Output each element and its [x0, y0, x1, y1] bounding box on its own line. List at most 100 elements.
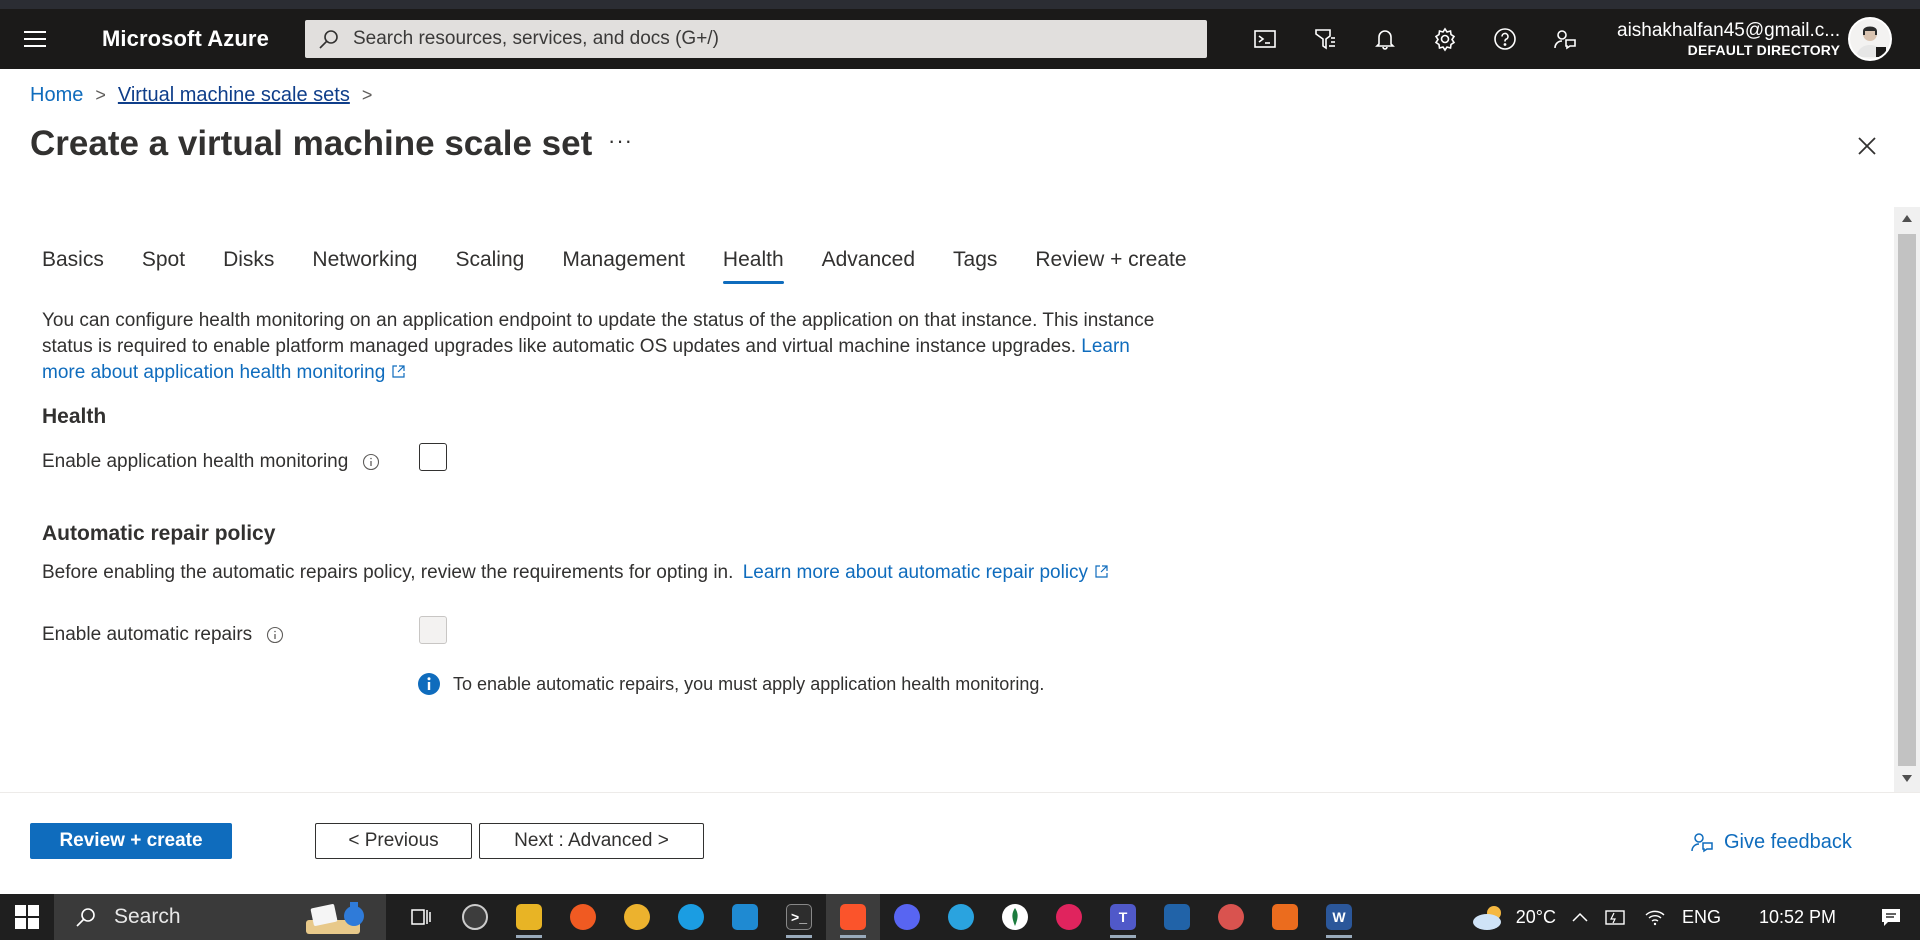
- taskbar-search-label: Search: [114, 905, 181, 928]
- figma-icon[interactable]: [556, 894, 610, 940]
- discord-icon[interactable]: [880, 894, 934, 940]
- mongodb-compass-icon[interactable]: [988, 894, 1042, 940]
- give-feedback-link[interactable]: Give feedback: [1690, 830, 1852, 854]
- tab-health[interactable]: Health: [722, 248, 784, 286]
- repairs-info-text: To enable automatic repairs, you must ap…: [453, 673, 1045, 694]
- media-player-icon[interactable]: [1042, 894, 1096, 940]
- weather-cloud-icon: [1472, 906, 1501, 930]
- health-monitoring-field: Enable application health monitoring: [42, 451, 380, 473]
- notification-center-icon[interactable]: [1880, 906, 1902, 928]
- weather-temperature: 20°C: [1515, 906, 1556, 927]
- breadcrumb-separator: >: [361, 85, 373, 105]
- office-icon[interactable]: [1258, 894, 1312, 940]
- tab-scaling[interactable]: Scaling: [455, 248, 524, 286]
- account-menu[interactable]: aishakhalfan45@gmail.c... DEFAULT DIRECT…: [1617, 20, 1840, 58]
- windows-start-button[interactable]: [0, 894, 54, 940]
- repairs-info-message: To enable automatic repairs, you must ap…: [417, 672, 1044, 696]
- tab-review-create[interactable]: Review + create: [1035, 248, 1186, 286]
- search-icon: [76, 908, 95, 927]
- vscode-icon[interactable]: [718, 894, 772, 940]
- wifi-icon[interactable]: [1644, 907, 1666, 927]
- external-link-icon: [392, 365, 405, 378]
- tab-spot[interactable]: Spot: [142, 248, 185, 286]
- scroll-down-icon[interactable]: [1896, 770, 1918, 786]
- breadcrumb-vmss[interactable]: Virtual machine scale sets: [118, 84, 350, 107]
- wizard-tabs: Basics Spot Disks Networking Scaling Man…: [42, 248, 1225, 286]
- brave-icon[interactable]: [826, 894, 880, 940]
- help-icon[interactable]: [1475, 9, 1535, 69]
- tab-basics[interactable]: Basics: [42, 248, 104, 286]
- telegram-icon[interactable]: [934, 894, 988, 940]
- settings-icon[interactable]: [1415, 9, 1475, 69]
- health-intro: You can configure health monitoring on a…: [42, 308, 1172, 386]
- portal-menu-button[interactable]: [0, 9, 70, 69]
- search-highlight-illustration-icon: [306, 902, 364, 934]
- wizard-footer: [0, 792, 1920, 894]
- taskbar-apps: >_ T W: [394, 894, 1366, 940]
- task-view-icon[interactable]: [394, 894, 448, 940]
- give-feedback-label: Give feedback: [1724, 830, 1852, 853]
- windows-taskbar: Search >_ T W 20°C ENG 10:52 PM: [0, 894, 1920, 940]
- tab-networking[interactable]: Networking: [312, 248, 417, 286]
- enable-health-monitoring-checkbox[interactable]: [419, 443, 447, 471]
- file-explorer-icon[interactable]: [502, 894, 556, 940]
- tab-disks[interactable]: Disks: [223, 248, 274, 286]
- account-email: aishakhalfan45@gmail.c...: [1617, 20, 1841, 42]
- enable-health-monitoring-label: Enable application health monitoring: [42, 451, 349, 472]
- user-avatar-icon: [1856, 26, 1887, 57]
- cloud-shell-icon[interactable]: [1235, 9, 1295, 69]
- automatic-repairs-field: Enable automatic repairs: [42, 624, 284, 646]
- info-filled-icon: [418, 673, 440, 695]
- scrollbar-thumb[interactable]: [1898, 234, 1916, 766]
- battery-icon[interactable]: [1604, 906, 1628, 928]
- tab-management[interactable]: Management: [562, 248, 685, 286]
- repair-description-text: Before enabling the automatic repairs po…: [42, 562, 734, 583]
- more-options-button[interactable]: ···: [608, 128, 633, 154]
- page-title: Create a virtual machine scale set: [30, 124, 593, 163]
- info-icon[interactable]: [266, 626, 284, 644]
- brand-title[interactable]: Microsoft Azure: [102, 26, 302, 52]
- info-icon[interactable]: [362, 453, 380, 471]
- terminal-icon[interactable]: >_: [772, 894, 826, 940]
- teams-icon[interactable]: T: [1096, 894, 1150, 940]
- health-heading: Health: [42, 405, 107, 428]
- edge-icon[interactable]: [664, 894, 718, 940]
- window-top-strip: [0, 0, 1920, 9]
- language-indicator[interactable]: ENG: [1682, 907, 1721, 928]
- breadcrumb-separator: >: [95, 85, 106, 105]
- search-icon: [319, 30, 338, 49]
- directory-filter-icon[interactable]: [1295, 9, 1355, 69]
- repair-policy-heading: Automatic repair policy: [42, 522, 276, 545]
- previous-button[interactable]: < Previous: [315, 823, 472, 859]
- intro-text: You can configure health monitoring on a…: [42, 310, 1155, 357]
- clock[interactable]: 10:52 PM: [1759, 907, 1836, 928]
- feedback-icon[interactable]: [1535, 9, 1595, 69]
- feedback-person-icon: [1691, 833, 1713, 853]
- breadcrumb-home[interactable]: Home: [30, 84, 83, 107]
- breadcrumb: Home > Virtual machine scale sets >: [30, 84, 384, 107]
- system-tray: 20°C ENG 10:52 PM: [1462, 894, 1920, 940]
- global-search[interactable]: [305, 20, 1207, 58]
- taskbar-search[interactable]: Search: [54, 894, 386, 940]
- review-create-button[interactable]: Review + create: [30, 823, 232, 859]
- show-hidden-icons-icon[interactable]: [1572, 912, 1588, 922]
- weather-widget[interactable]: 20°C: [1470, 903, 1556, 931]
- windows-logo-icon: [15, 905, 39, 929]
- notifications-icon[interactable]: [1355, 9, 1415, 69]
- paint-icon[interactable]: [1204, 894, 1258, 940]
- tab-advanced[interactable]: Advanced: [822, 248, 915, 286]
- repair-policy-description: Before enabling the automatic repairs po…: [42, 562, 1109, 584]
- search-input[interactable]: [353, 28, 1173, 50]
- word-icon[interactable]: W: [1312, 894, 1366, 940]
- slack-icon[interactable]: [610, 894, 664, 940]
- tab-tags[interactable]: Tags: [953, 248, 997, 286]
- close-icon[interactable]: [1853, 132, 1881, 160]
- avatar[interactable]: [1848, 17, 1893, 61]
- repair-policy-learn-more-link[interactable]: Learn more about automatic repair policy: [743, 562, 1109, 583]
- virtualbox-icon[interactable]: [1150, 894, 1204, 940]
- scroll-up-icon[interactable]: [1896, 210, 1918, 226]
- external-link-icon: [1095, 565, 1108, 578]
- obs-icon[interactable]: [448, 894, 502, 940]
- next-advanced-button[interactable]: Next : Advanced >: [479, 823, 704, 859]
- enable-automatic-repairs-checkbox[interactable]: [419, 616, 447, 644]
